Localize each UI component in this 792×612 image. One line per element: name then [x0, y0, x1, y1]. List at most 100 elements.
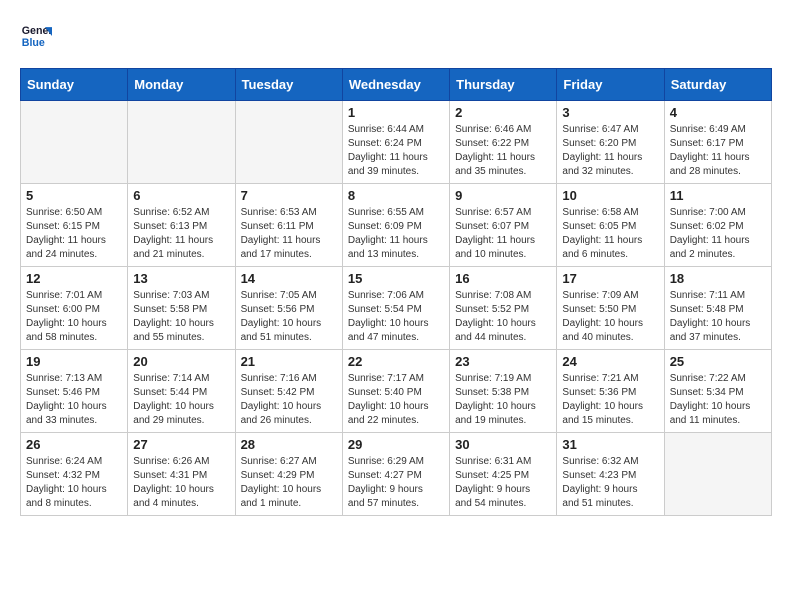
calendar-week-3: 12 Sunrise: 7:01 AM Sunset: 6:00 PM Dayli… — [21, 267, 772, 350]
day-number: 15 — [348, 271, 444, 286]
day-number: 13 — [133, 271, 229, 286]
day-info: Sunrise: 7:05 AM Sunset: 5:56 PM Dayligh… — [241, 289, 337, 345]
day-info: Sunrise: 7:13 AM Sunset: 5:46 PM Dayligh… — [26, 372, 122, 428]
calendar-cell: 12 Sunrise: 7:01 AM Sunset: 6:00 PM Dayli… — [21, 267, 128, 350]
day-info: Sunrise: 7:22 AM Sunset: 5:34 PM Dayligh… — [670, 372, 766, 428]
day-info: Sunrise: 7:09 AM Sunset: 5:50 PM Dayligh… — [562, 289, 658, 345]
day-number: 25 — [670, 354, 766, 369]
day-info: Sunrise: 7:19 AM Sunset: 5:38 PM Dayligh… — [455, 372, 551, 428]
day-info: Sunrise: 6:46 AM Sunset: 6:22 PM Dayligh… — [455, 123, 551, 179]
day-number: 27 — [133, 437, 229, 452]
day-number: 11 — [670, 188, 766, 203]
svg-text:General: General — [22, 25, 52, 37]
day-number: 26 — [26, 437, 122, 452]
svg-text:Blue: Blue — [22, 37, 45, 49]
day-info: Sunrise: 6:27 AM Sunset: 4:29 PM Dayligh… — [241, 455, 337, 511]
day-info: Sunrise: 6:50 AM Sunset: 6:15 PM Dayligh… — [26, 206, 122, 262]
calendar-cell: 17 Sunrise: 7:09 AM Sunset: 5:50 PM Dayli… — [557, 267, 664, 350]
calendar-cell: 21 Sunrise: 7:16 AM Sunset: 5:42 PM Dayli… — [235, 350, 342, 433]
day-info: Sunrise: 6:47 AM Sunset: 6:20 PM Dayligh… — [562, 123, 658, 179]
day-info: Sunrise: 6:29 AM Sunset: 4:27 PM Dayligh… — [348, 455, 444, 511]
day-info: Sunrise: 6:32 AM Sunset: 4:23 PM Dayligh… — [562, 455, 658, 511]
calendar-cell: 15 Sunrise: 7:06 AM Sunset: 5:54 PM Dayli… — [342, 267, 449, 350]
day-info: Sunrise: 6:53 AM Sunset: 6:11 PM Dayligh… — [241, 206, 337, 262]
day-info: Sunrise: 6:52 AM Sunset: 6:13 PM Dayligh… — [133, 206, 229, 262]
day-number: 7 — [241, 188, 337, 203]
calendar-cell: 8 Sunrise: 6:55 AM Sunset: 6:09 PM Daylig… — [342, 184, 449, 267]
calendar-week-1: 1 Sunrise: 6:44 AM Sunset: 6:24 PM Daylig… — [21, 101, 772, 184]
day-number: 24 — [562, 354, 658, 369]
calendar-cell: 7 Sunrise: 6:53 AM Sunset: 6:11 PM Daylig… — [235, 184, 342, 267]
calendar-cell: 23 Sunrise: 7:19 AM Sunset: 5:38 PM Dayli… — [450, 350, 557, 433]
weekday-header-friday: Friday — [557, 69, 664, 101]
day-info: Sunrise: 7:08 AM Sunset: 5:52 PM Dayligh… — [455, 289, 551, 345]
day-info: Sunrise: 6:26 AM Sunset: 4:31 PM Dayligh… — [133, 455, 229, 511]
day-number: 22 — [348, 354, 444, 369]
logo: General Blue — [20, 20, 56, 52]
day-number: 6 — [133, 188, 229, 203]
day-number: 21 — [241, 354, 337, 369]
day-info: Sunrise: 7:21 AM Sunset: 5:36 PM Dayligh… — [562, 372, 658, 428]
calendar-cell: 13Sunrise: 7:03 AM Sunset: 5:58 PM Dayli… — [128, 267, 235, 350]
calendar-cell: 27 Sunrise: 6:26 AM Sunset: 4:31 PM Dayli… — [128, 433, 235, 516]
day-number: 2 — [455, 105, 551, 120]
day-info: Sunrise: 6:44 AM Sunset: 6:24 PM Dayligh… — [348, 123, 444, 179]
day-info: Sunrise: 7:01 AM Sunset: 6:00 PM Dayligh… — [26, 289, 122, 345]
calendar-cell: 31 Sunrise: 6:32 AM Sunset: 4:23 PM Dayli… — [557, 433, 664, 516]
day-number: 18 — [670, 271, 766, 286]
calendar-cell: 24 Sunrise: 7:21 AM Sunset: 5:36 PM Dayli… — [557, 350, 664, 433]
day-info: Sunrise: 6:24 AM Sunset: 4:32 PM Dayligh… — [26, 455, 122, 511]
calendar-cell — [128, 101, 235, 184]
day-number: 31 — [562, 437, 658, 452]
day-info: Sunrise: 6:55 AM Sunset: 6:09 PM Dayligh… — [348, 206, 444, 262]
calendar-cell: 29 Sunrise: 6:29 AM Sunset: 4:27 PM Dayli… — [342, 433, 449, 516]
day-info: Sunrise: 7:17 AM Sunset: 5:40 PM Dayligh… — [348, 372, 444, 428]
day-number: 8 — [348, 188, 444, 203]
day-number: 23 — [455, 354, 551, 369]
calendar: SundayMondayTuesdayWednesdayThursdayFrid… — [20, 68, 772, 516]
logo-icon: General Blue — [20, 20, 52, 52]
calendar-week-5: 26 Sunrise: 6:24 AM Sunset: 4:32 PM Dayli… — [21, 433, 772, 516]
day-number: 20 — [133, 354, 229, 369]
calendar-cell: 10Sunrise: 6:58 AM Sunset: 6:05 PM Dayli… — [557, 184, 664, 267]
day-number: 16 — [455, 271, 551, 286]
day-info: Sunrise: 7:06 AM Sunset: 5:54 PM Dayligh… — [348, 289, 444, 345]
calendar-cell: 18 Sunrise: 7:11 AM Sunset: 5:48 PM Dayli… — [664, 267, 771, 350]
day-info: Sunrise: 7:00 AM Sunset: 6:02 PM Dayligh… — [670, 206, 766, 262]
day-number: 17 — [562, 271, 658, 286]
day-number: 30 — [455, 437, 551, 452]
calendar-cell: 4 Sunrise: 6:49 AM Sunset: 6:17 PM Daylig… — [664, 101, 771, 184]
weekday-header-row: SundayMondayTuesdayWednesdayThursdayFrid… — [21, 69, 772, 101]
day-info: Sunrise: 6:57 AM Sunset: 6:07 PM Dayligh… — [455, 206, 551, 262]
day-number: 19 — [26, 354, 122, 369]
calendar-cell: 16 Sunrise: 7:08 AM Sunset: 5:52 PM Dayli… — [450, 267, 557, 350]
calendar-cell: 28 Sunrise: 6:27 AM Sunset: 4:29 PM Dayli… — [235, 433, 342, 516]
day-number: 12 — [26, 271, 122, 286]
day-number: 3 — [562, 105, 658, 120]
calendar-cell: 1 Sunrise: 6:44 AM Sunset: 6:24 PM Daylig… — [342, 101, 449, 184]
calendar-cell: 5Sunrise: 6:50 AM Sunset: 6:15 PM Daylig… — [21, 184, 128, 267]
day-info: Sunrise: 7:14 AM Sunset: 5:44 PM Dayligh… — [133, 372, 229, 428]
calendar-cell: 11 Sunrise: 7:00 AM Sunset: 6:02 PM Dayli… — [664, 184, 771, 267]
calendar-cell: 25 Sunrise: 7:22 AM Sunset: 5:34 PM Dayli… — [664, 350, 771, 433]
day-number: 10 — [562, 188, 658, 203]
calendar-cell: 2 Sunrise: 6:46 AM Sunset: 6:22 PM Daylig… — [450, 101, 557, 184]
calendar-cell: 19 Sunrise: 7:13 AM Sunset: 5:46 PM Dayli… — [21, 350, 128, 433]
day-number: 9 — [455, 188, 551, 203]
calendar-week-4: 19 Sunrise: 7:13 AM Sunset: 5:46 PM Dayli… — [21, 350, 772, 433]
weekday-header-tuesday: Tuesday — [235, 69, 342, 101]
calendar-cell — [21, 101, 128, 184]
calendar-week-2: 5Sunrise: 6:50 AM Sunset: 6:15 PM Daylig… — [21, 184, 772, 267]
day-number: 1 — [348, 105, 444, 120]
weekday-header-saturday: Saturday — [664, 69, 771, 101]
day-number: 29 — [348, 437, 444, 452]
day-info: Sunrise: 7:16 AM Sunset: 5:42 PM Dayligh… — [241, 372, 337, 428]
day-info: Sunrise: 6:49 AM Sunset: 6:17 PM Dayligh… — [670, 123, 766, 179]
day-number: 28 — [241, 437, 337, 452]
calendar-cell: 6 Sunrise: 6:52 AM Sunset: 6:13 PM Daylig… — [128, 184, 235, 267]
calendar-cell — [235, 101, 342, 184]
day-number: 4 — [670, 105, 766, 120]
day-info: Sunrise: 7:11 AM Sunset: 5:48 PM Dayligh… — [670, 289, 766, 345]
calendar-cell — [664, 433, 771, 516]
header: General Blue — [20, 20, 772, 52]
